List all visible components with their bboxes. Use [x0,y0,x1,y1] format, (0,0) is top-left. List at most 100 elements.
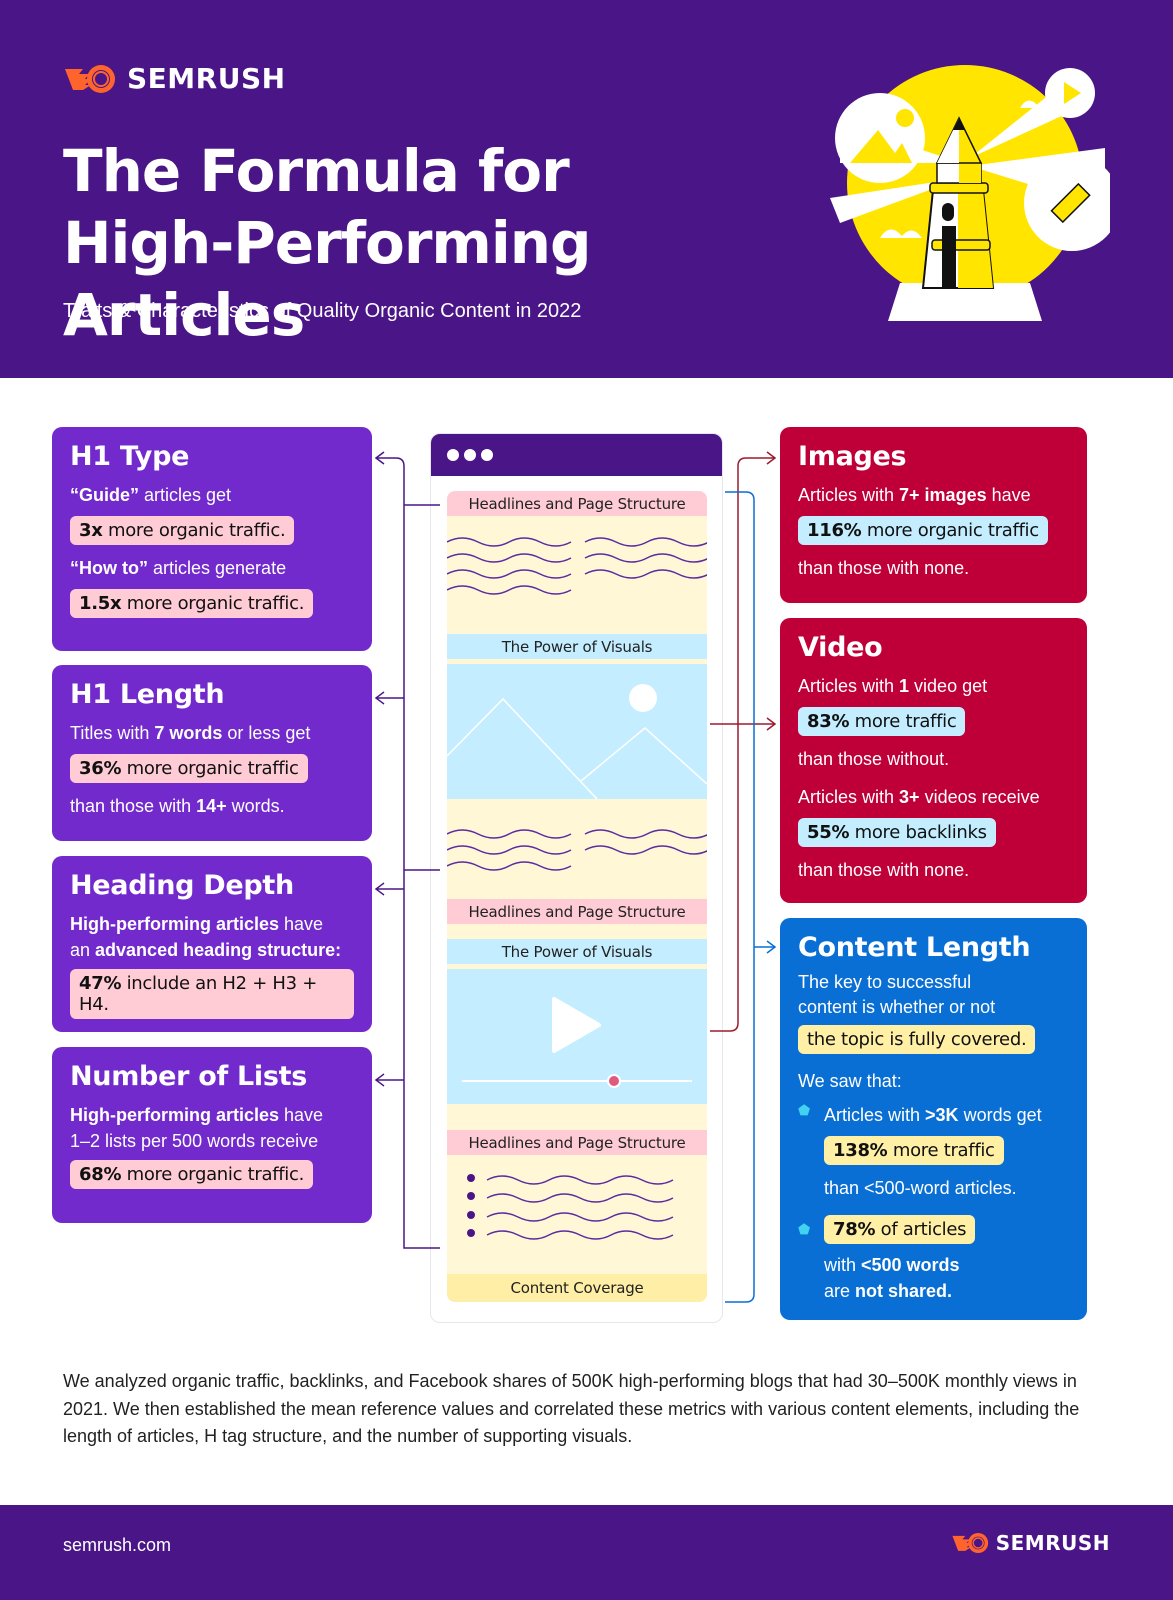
arrow-left-icon [374,882,385,896]
stat-value: 116% [807,520,862,541]
arrow-left-icon [374,1073,385,1087]
stat-label: of articles [875,1219,967,1240]
card-text: “How to” articles generate [70,557,354,579]
infographic-page: SEMRUSH The Formula for High-Performing … [0,0,1173,1600]
card-text: The key to successful [798,972,972,992]
stat-pill: 3x more organic traffic. [70,516,295,545]
text: articles get [139,485,232,505]
video-progress-knob[interactable] [606,1074,621,1088]
blue-connectors [725,491,777,1303]
stat-pill-wrapper: 1.5x more organic traffic. [70,585,354,624]
footer-semrush-logo: SEMRUSH [951,1531,1110,1555]
card-title: H1 Type [70,441,190,472]
text-lines-icon [447,537,707,595]
text: Articles with [798,676,900,696]
card-text: 1–2 lists per 500 words receive [70,1131,319,1151]
stat-label: more organic traffic. [121,1164,305,1185]
window-dot-icon [447,449,459,461]
arrow-right-icon [766,717,777,731]
card-text: than those with none. [798,558,970,578]
card-images: Images Articles with 7+ images have 116%… [780,427,1087,603]
stat-pill-wrapper: 83% more traffic [798,703,1069,742]
emphasis: 3+ [899,787,920,807]
text: an [70,940,96,960]
emphasis: High-performing articles [70,1105,280,1125]
stat-pill-wrapper: 78% of articles [824,1211,1069,1250]
card-text: an advanced heading structure: [70,939,354,961]
stat-value: 36% [79,758,122,779]
text: words. [226,796,285,816]
stat-pill-wrapper: 68% more organic traffic. [70,1156,354,1195]
arrow-right-icon [766,940,777,954]
play-icon [552,997,601,1053]
text: videos receive [919,787,1040,807]
window-dot-icon [464,449,476,461]
stat-label: more organic traffic. [121,593,305,614]
stat-pill: 55% more backlinks [798,818,996,847]
stat-label: more organic traffic [121,758,299,779]
semrush-logo: SEMRUSH [63,62,286,95]
stat-pill: 78% of articles [824,1215,976,1244]
emphasis: advanced heading structure: [95,940,342,960]
card-number-of-lists: Number of Lists High-performing articles… [52,1047,372,1223]
section-headlines-3: Headlines and Page Structure [447,1130,707,1155]
arrow-right-icon [766,451,777,465]
spacer [447,924,707,939]
stat-pill: 36% more organic traffic [70,754,308,783]
stat-label: more organic traffic. [102,520,286,541]
lighthouse-illustration [830,65,1110,321]
card-text: than those without. [798,749,950,769]
card-text: than those with 14+ words. [70,795,354,817]
card-text: content is whether or not [798,997,996,1017]
card-text: Titles with 7 words or less get [70,722,354,744]
emphasis: 7+ images [899,485,987,505]
emphasis: 1 [899,676,910,696]
list-item: ⬟ Articles with >3K words get 138% more … [798,1098,1069,1205]
text: articles generate [148,558,287,578]
bulleted-list-icon [467,1174,674,1240]
brand-name: SEMRUSH [127,62,286,95]
text: Articles with [798,787,900,807]
card-text: “Guide” articles get [70,484,354,506]
card-text: High-performing articles have [70,913,354,935]
card-text: Articles with 3+ videos receive [798,786,1069,808]
stat-pill: 1.5x more organic traffic. [70,589,314,618]
stat-pill-wrapper: 116% more organic traffic [798,512,1069,551]
text: have [279,1105,324,1125]
card-heading-depth: Heading Depth High-performing articles h… [52,856,372,1032]
stat-label: more traffic [849,711,957,732]
page-subtitle: Traits & Characteristics of Quality Orga… [63,300,582,322]
stat-pill: 138% more traffic [824,1136,1004,1165]
emphasis: 14+ [196,796,227,816]
stat-value: 1.5x [79,593,122,614]
text: than those with [70,796,197,816]
video-progress-track[interactable] [462,1080,692,1082]
emphasis: “Guide” [70,485,140,505]
text: words get [958,1105,1042,1125]
stat-pill: 83% more traffic [798,707,966,736]
stat-value: 47% [79,973,122,994]
semrush-logo-icon [65,64,115,93]
connector-content-length-bus [725,491,755,1303]
arrow-left-icon [374,691,385,705]
list-block [447,1155,707,1274]
text: video get [909,676,988,696]
stat-pill: 68% more organic traffic. [70,1160,314,1189]
card-text: than <500-word articles. [824,1178,1017,1198]
stat-value: 138% [833,1140,888,1161]
footer: semrush.com SEMRUSH [0,1505,1173,1600]
text-lines-icon [447,829,707,871]
card-text: High-performing articles have [70,1104,354,1126]
card-text: Articles with 7+ images have [798,484,1069,506]
stat-pill-wrapper: 47% include an H2 + H3 + H4. [70,965,354,1025]
emphasis: >3K [925,1105,959,1125]
stat-pill-wrapper: 138% more traffic [824,1132,1069,1171]
stat-pill-wrapper: 3x more organic traffic. [70,512,354,551]
emphasis: High-performing articles [70,914,280,934]
card-title: Number of Lists [70,1061,308,1092]
card-text: are not shared. [824,1280,1069,1302]
section-visuals-1: The Power of Visuals [447,634,707,659]
card-content-length: Content Length The key to successful con… [780,918,1087,1320]
text: have [986,485,1031,505]
footer-url-link[interactable]: semrush.com [63,1535,171,1556]
